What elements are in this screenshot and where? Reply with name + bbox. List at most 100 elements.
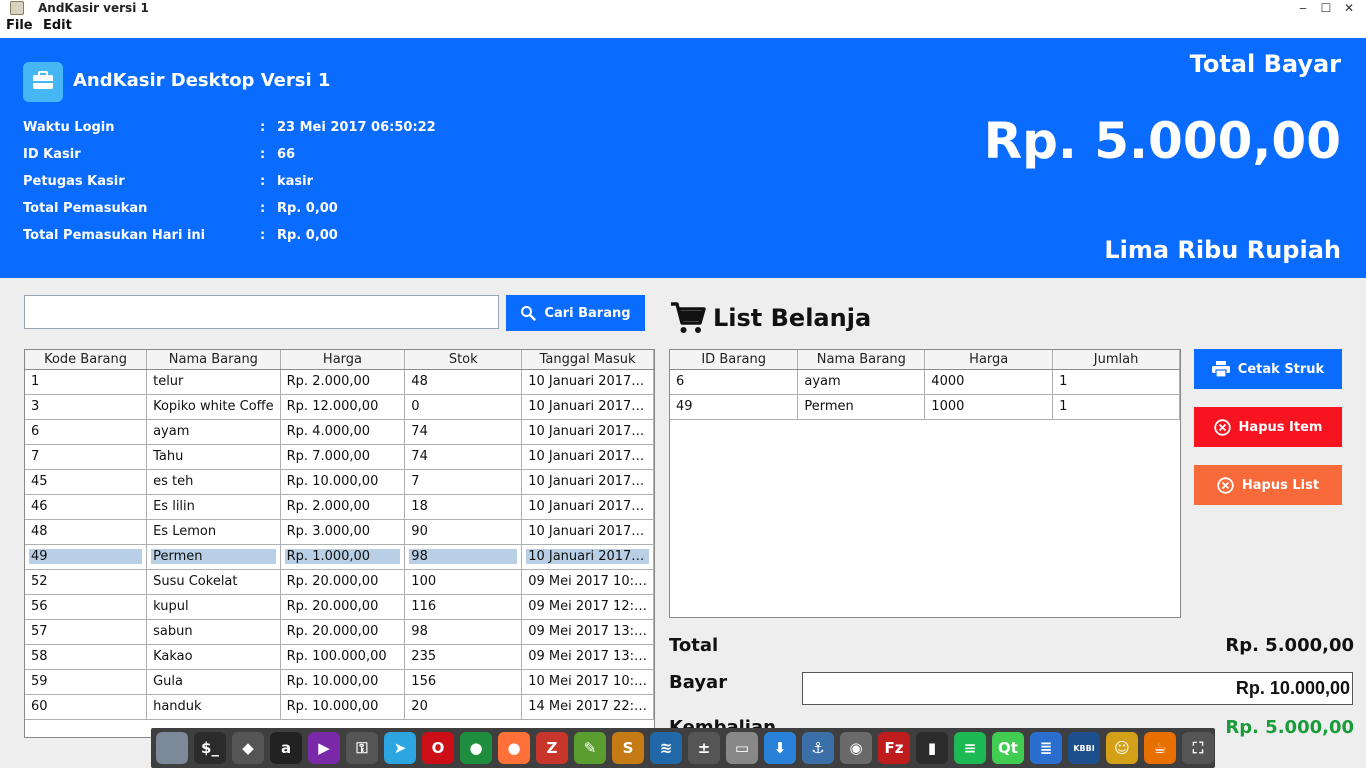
- java-icon[interactable]: ☕: [1144, 732, 1176, 764]
- column-header[interactable]: Kode Barang: [25, 350, 148, 370]
- download-icon[interactable]: ⬇: [764, 732, 796, 764]
- cell-text: 4000: [931, 374, 965, 389]
- print-receipt-button[interactable]: Cetak Struk: [1194, 349, 1342, 389]
- firefox-icon[interactable]: ●: [498, 732, 530, 764]
- fullscreen-icon[interactable]: ⛶: [1182, 732, 1214, 764]
- table-cell: 1000: [924, 394, 1054, 420]
- monitor-icon[interactable]: ≋: [650, 732, 682, 764]
- table-row[interactable]: 6 ayam 4000 1: [670, 369, 1180, 395]
- table-cell: 4000: [924, 369, 1054, 395]
- amazon-icon[interactable]: a: [270, 732, 302, 764]
- chrome-icon[interactable]: ●: [460, 732, 492, 764]
- writer-icon[interactable]: ≣: [1030, 732, 1062, 764]
- cell-text: 0: [411, 399, 420, 414]
- telegram-icon[interactable]: ➤: [384, 732, 416, 764]
- column-header[interactable]: Tanggal Masuk: [521, 350, 654, 370]
- avatar-icon[interactable]: ☺: [1106, 732, 1138, 764]
- filezilla-z-icon[interactable]: Z: [536, 732, 568, 764]
- cell-text: 10 Januari 2017…: [528, 374, 645, 389]
- filezilla-icon[interactable]: Fz: [878, 732, 910, 764]
- table-row[interactable]: 1 telur Rp. 2.000,00 48 10 Januari 2017…: [25, 369, 654, 395]
- qt-icon[interactable]: Qt: [992, 732, 1024, 764]
- table-row[interactable]: 58 Kakao Rp. 100.000,00 235 09 Mei 2017 13:…: [25, 644, 654, 670]
- table-row[interactable]: 45 es teh Rp. 10.000,00 7 10 Januari 2017…: [25, 469, 654, 495]
- inkscape-icon[interactable]: ◆: [232, 732, 264, 764]
- cell-text: 156: [411, 674, 437, 689]
- kbbi-icon[interactable]: KBBI: [1068, 732, 1100, 764]
- table-row[interactable]: 48 Es Lemon Rp. 3.000,00 90 10 Januari 2017…: [25, 519, 654, 545]
- table-cell: Susu Cokelat: [146, 569, 281, 595]
- leafpad-icon[interactable]: ✎: [574, 732, 606, 764]
- table-row[interactable]: 6 ayam Rp. 4.000,00 74 10 Januari 2017…: [25, 419, 654, 445]
- terminal-icon[interactable]: $_: [194, 732, 226, 764]
- image-viewer-icon[interactable]: ◉: [840, 732, 872, 764]
- search-button-label: Cari Barang: [544, 305, 631, 321]
- search-button[interactable]: Cari Barang: [506, 295, 645, 331]
- table-row[interactable]: 52 Susu Cokelat Rp. 20.000,00 100 09 Mei 201…: [25, 569, 654, 595]
- table-row[interactable]: 60 handuk Rp. 10.000,00 20 14 Mei 2017 22:…: [25, 694, 654, 720]
- product-table[interactable]: Kode Barang Nama Barang Harga Stok Tanggal M…: [24, 349, 655, 738]
- table-row[interactable]: 49 Permen Rp. 1.000,00 98 10 Januari 2017…: [25, 544, 654, 570]
- column-header[interactable]: ID Barang: [670, 350, 799, 370]
- cell-text: 1: [31, 374, 40, 389]
- close-icon[interactable]: ✕: [1341, 0, 1357, 16]
- column-header[interactable]: Nama Barang: [797, 350, 926, 370]
- table-row[interactable]: 46 Es lilin Rp. 2.000,00 18 10 Januari 2017…: [25, 494, 654, 520]
- cell-text: 116: [411, 599, 437, 614]
- cell-text: 18: [411, 499, 428, 514]
- sublime-icon[interactable]: S: [612, 732, 644, 764]
- header-panel: AndKasir Desktop Versi 1 Waktu Login : 2…: [0, 38, 1366, 278]
- table-cell: Rp. 2.000,00: [280, 369, 406, 395]
- table-cell: 6: [25, 419, 148, 445]
- table-cell: 09 Mei 2017 13:…: [521, 644, 654, 670]
- video-icon[interactable]: ▶: [308, 732, 340, 764]
- table-cell: 98: [404, 619, 523, 645]
- menu-file[interactable]: File: [6, 18, 33, 33]
- table-cell: 10 Januari 2017…: [521, 394, 654, 420]
- cell-text: Rp. 1.000,00: [284, 549, 401, 564]
- info-value: kasir: [277, 174, 314, 189]
- maximize-icon[interactable]: ☐: [1318, 0, 1334, 16]
- search-input[interactable]: [24, 295, 499, 329]
- screenshot-icon[interactable]: ⚓: [802, 732, 834, 764]
- spotify-icon[interactable]: ≡: [954, 732, 986, 764]
- total-label: Total: [669, 635, 719, 656]
- table-cell: 10 Januari 2017…: [521, 419, 654, 445]
- menu-edit[interactable]: Edit: [43, 18, 72, 33]
- cell-text: 48: [31, 524, 48, 539]
- cart-table[interactable]: ID Barang Nama Barang Harga Jumlah 6 ayam 400…: [669, 349, 1181, 618]
- opera-icon[interactable]: O: [422, 732, 454, 764]
- table-row[interactable]: 3 Kopiko white Coffe Rp. 12.000,00 0 10 Janu…: [25, 394, 654, 420]
- column-header[interactable]: Stok: [404, 350, 523, 370]
- calculator-icon[interactable]: ±: [688, 732, 720, 764]
- files-icon[interactable]: [156, 732, 188, 764]
- table-cell: 58: [25, 644, 148, 670]
- cell-text: Rp. 3.000,00: [286, 524, 371, 539]
- notes-icon[interactable]: ▮: [916, 732, 948, 764]
- list-belanja-title: List Belanja: [713, 304, 872, 332]
- cell-text: 45: [31, 474, 48, 489]
- table-cell: 59: [25, 669, 148, 695]
- delete-list-button[interactable]: Hapus List: [1194, 465, 1342, 505]
- minimize-icon[interactable]: ‒: [1295, 0, 1311, 16]
- cell-text: Permen: [804, 399, 854, 414]
- table-cell: 6: [670, 369, 799, 395]
- table-cell: 1: [1052, 394, 1180, 420]
- cell-text: 10 Mei 2017 10:…: [528, 674, 647, 689]
- keys-icon[interactable]: ⚿: [346, 732, 378, 764]
- table-row[interactable]: 59 Gula Rp. 10.000,00 156 10 Mei 2017 10:…: [25, 669, 654, 695]
- table-row[interactable]: 49 Permen 1000 1: [670, 394, 1180, 420]
- column-header[interactable]: Jumlah: [1052, 350, 1180, 370]
- cell-text: Rp. 2.000,00: [286, 374, 371, 389]
- table-cell: 10 Januari 2017…: [521, 494, 654, 520]
- table-row[interactable]: 57 sabun Rp. 20.000,00 98 09 Mei 2017 13:…: [25, 619, 654, 645]
- column-header[interactable]: Nama Barang: [146, 350, 281, 370]
- bayar-input[interactable]: [802, 672, 1353, 705]
- table-row[interactable]: 7 Tahu Rp. 7.000,00 74 10 Januari 2017…: [25, 444, 654, 470]
- column-header[interactable]: Harga: [280, 350, 406, 370]
- cell-text: ayam: [153, 424, 190, 439]
- table-row[interactable]: 56 kupul Rp. 20.000,00 116 09 Mei 2017 12:…: [25, 594, 654, 620]
- delete-item-button[interactable]: Hapus Item: [1194, 407, 1342, 447]
- document-viewer-icon[interactable]: ▭: [726, 732, 758, 764]
- column-header[interactable]: Harga: [924, 350, 1054, 370]
